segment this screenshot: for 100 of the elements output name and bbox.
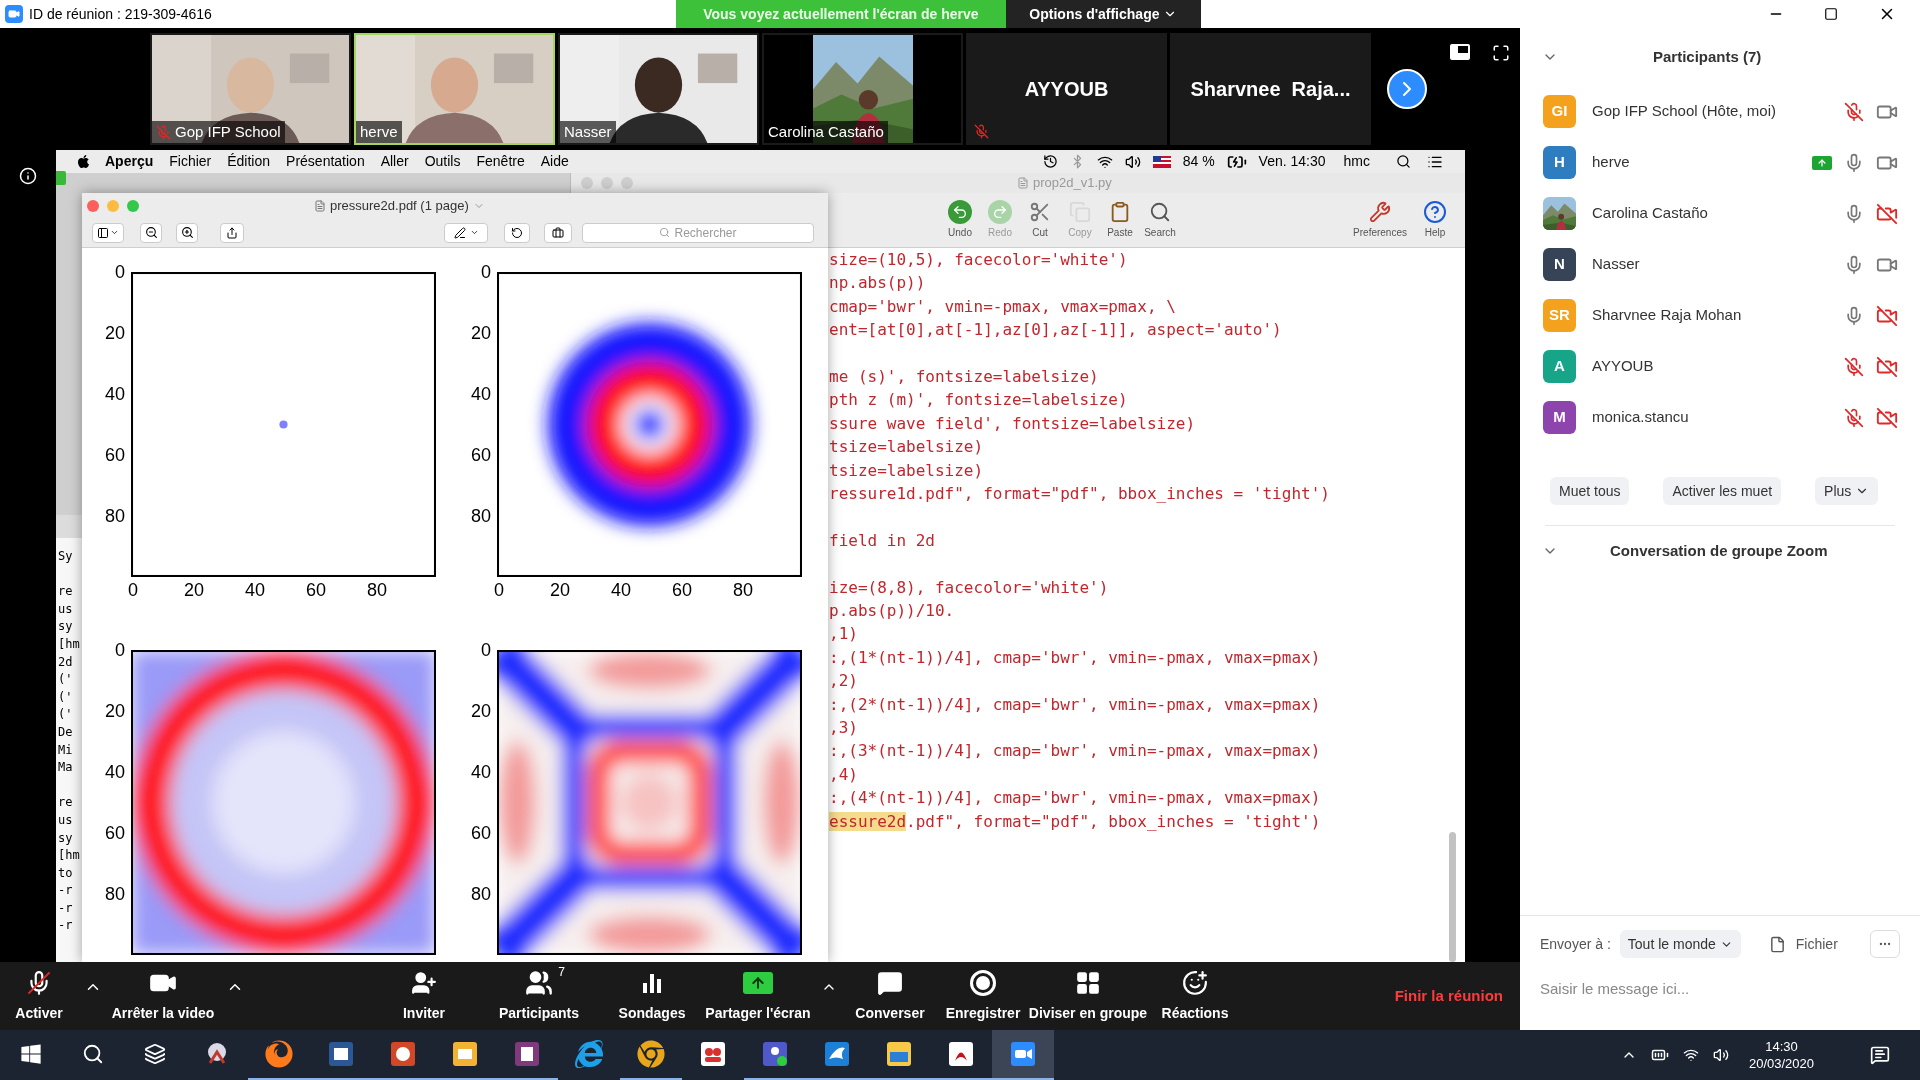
file-button[interactable]: Fichier (1768, 933, 1838, 955)
toolbar-button[interactable]: Converser (837, 962, 943, 1030)
end-meeting-button[interactable]: Finir la réunion (1394, 984, 1503, 1008)
rotate-button[interactable] (504, 222, 530, 243)
menu-item[interactable]: Aller (380, 151, 409, 172)
notification-icon[interactable] (1870, 1045, 1890, 1065)
toolbox-button[interactable] (544, 222, 572, 243)
menu-item[interactable]: Édition (227, 151, 271, 172)
toolbar-button[interactable]: Activer (4, 962, 74, 1030)
toolbar-button[interactable]: 7 Participants (469, 962, 609, 1030)
volume-icon[interactable] (1124, 153, 1141, 170)
menu-item[interactable]: Fichier (169, 151, 212, 172)
video-off-icon[interactable] (1876, 355, 1898, 378)
axis-tick-label: 0 (128, 580, 138, 600)
code-line: pth z (m)', fontsize=labelsize) (829, 389, 1129, 412)
participant-row[interactable]: A AYYOUB (1520, 341, 1920, 392)
participant-row[interactable]: M monica.stancu (1520, 392, 1920, 443)
video-tile[interactable]: Sharvnee Raja... (1170, 33, 1371, 145)
toolbar-button[interactable]: Search (1140, 199, 1180, 240)
file-icon (1768, 935, 1786, 953)
sidebar-button[interactable] (92, 222, 124, 243)
zoom-out-icon (144, 226, 158, 239)
mic-icon[interactable] (1844, 254, 1864, 275)
menu-item[interactable]: Fenêtre (476, 151, 525, 172)
video-off-icon[interactable] (1876, 304, 1898, 327)
wifi-icon[interactable] (1682, 1047, 1699, 1063)
toolbar-button[interactable]: Enregistrer (943, 962, 1023, 1030)
toolbar-button[interactable]: Sondages (609, 962, 695, 1030)
terminal-line: sy (58, 829, 74, 847)
zoom-out-button[interactable] (140, 222, 162, 243)
panel-button[interactable]: Muet tous (1550, 477, 1630, 505)
mic-muted-icon[interactable] (1844, 356, 1864, 377)
clock-history-icon[interactable] (1042, 154, 1058, 169)
toolbar-button[interactable]: Réactions (1153, 962, 1237, 1030)
share-button[interactable] (220, 222, 244, 243)
toolbar-button[interactable]: Diviser en groupe (1023, 962, 1153, 1030)
document-icon (1017, 177, 1029, 189)
maximize-icon[interactable] (1824, 7, 1838, 21)
participant-row[interactable]: Carolina Castaño (1520, 188, 1920, 239)
mic-muted-icon[interactable] (1844, 101, 1864, 122)
toolbar-button[interactable]: Help (1415, 199, 1455, 240)
mic-muted-icon (974, 124, 989, 139)
search-icon[interactable] (1396, 154, 1411, 169)
panel-button[interactable]: Activer les muet (1663, 477, 1782, 505)
toolbar-button[interactable]: Partager l'écran (695, 962, 821, 1030)
avatar: N (1543, 248, 1576, 281)
participant-row[interactable]: SR Sharvnee Raja Mohan (1520, 290, 1920, 341)
flag-icon[interactable] (1152, 155, 1171, 168)
menu-item[interactable]: Présentation (286, 151, 365, 172)
participant-row[interactable]: GI Gop IFP School (Hôte, moi) (1520, 86, 1920, 137)
taskbar-clock[interactable]: 14:30 20/03/2020 (1742, 1038, 1820, 1072)
info-icon[interactable] (19, 167, 37, 185)
mic-icon[interactable] (1844, 203, 1864, 224)
video-tile[interactable]: Carolina Castaño (762, 33, 963, 145)
mic-muted-icon[interactable] (1844, 407, 1864, 428)
markup-button[interactable] (444, 222, 488, 243)
video-tile[interactable]: Nasser (558, 33, 759, 145)
video-tile[interactable]: Gop IFP School (150, 33, 351, 145)
fullscreen-icon[interactable] (1492, 44, 1510, 62)
app-icon (698, 1039, 728, 1069)
video-tile[interactable]: herve (354, 33, 555, 145)
menu-item[interactable]: Aperçu (105, 151, 154, 172)
zoom-in-button[interactable] (176, 222, 198, 243)
axis-tick-label: 60 (470, 823, 491, 843)
view-options-dropdown[interactable]: Options d'affichage (1005, 0, 1201, 28)
toolbar-button[interactable]: Cut (1020, 199, 1060, 240)
mic-icon[interactable] (1844, 152, 1864, 173)
video-off-icon[interactable] (1876, 202, 1898, 225)
volume-icon[interactable] (1712, 1047, 1729, 1063)
panel-button[interactable]: Plus (1815, 477, 1879, 505)
user-name[interactable]: hmc (1343, 151, 1370, 172)
close-window-button[interactable] (87, 199, 99, 212)
message-input[interactable]: Saisir le message ici... (1520, 972, 1920, 1030)
layout-icon[interactable] (1450, 44, 1470, 60)
recipient-dropdown[interactable]: Tout le monde (1619, 930, 1741, 958)
taskbar-button[interactable] (992, 1030, 1054, 1080)
toolbar-button[interactable]: Arrêter la video (112, 962, 214, 1030)
next-arrow-button[interactable] (1387, 69, 1427, 109)
terminal-line: to (58, 864, 74, 882)
app-icon (946, 1039, 976, 1069)
participant-name: AYYOUB (1592, 356, 1654, 377)
participant-row[interactable]: N Nasser (1520, 239, 1920, 290)
toolbar-button[interactable]: Preferences (1353, 199, 1407, 240)
participant-name: monica.stancu (1592, 407, 1689, 428)
mic-icon[interactable] (1844, 305, 1864, 326)
scrollbar-thumb[interactable] (1449, 832, 1456, 962)
video-tile[interactable]: AYYOUB (966, 33, 1167, 145)
video-off-icon[interactable] (1876, 406, 1898, 429)
axis-tick-label: 40 (104, 384, 125, 404)
menu-clock[interactable]: Ven. 14:30 (1258, 151, 1326, 172)
menu-item[interactable]: Aide (540, 151, 569, 172)
mic-muted-icon (156, 124, 171, 140)
toolbar-button[interactable]: Undo (940, 199, 980, 240)
toolbar-button[interactable]: Paste (1100, 199, 1140, 240)
menu-item[interactable]: Outils (424, 151, 461, 172)
participant-row[interactable]: H herve (1520, 137, 1920, 188)
code-line: :,(3*(nt-1))/4], cmap='bwr', vmin=-pmax, vmax=pmax) (829, 740, 1322, 763)
axis-tick-label: 80 (470, 506, 491, 526)
code-line: tsize=labelsize) (829, 436, 985, 459)
toolbar-button[interactable]: Inviter (394, 962, 454, 1030)
